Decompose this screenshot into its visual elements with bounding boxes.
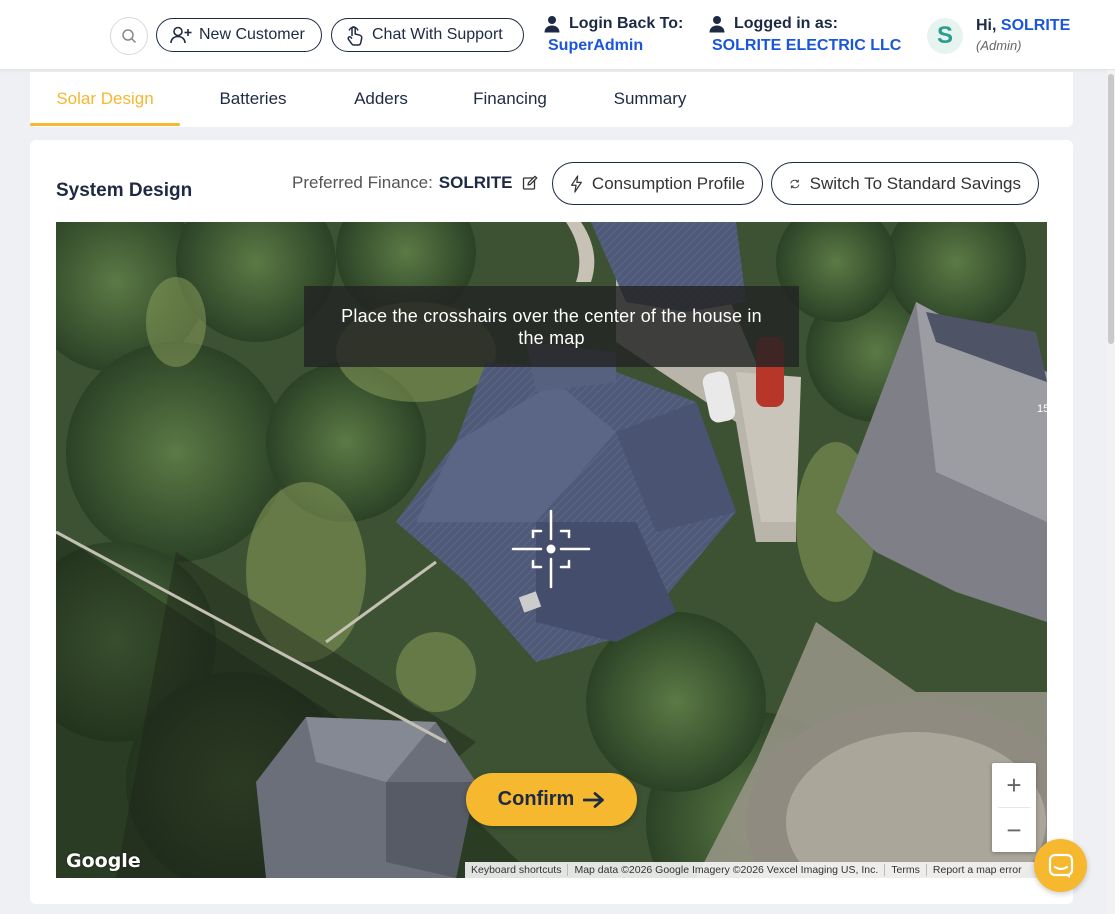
arrow-right-icon xyxy=(583,791,605,808)
chat-with-support-label: Chat With Support xyxy=(372,26,503,43)
logged-in-label: Logged in as: xyxy=(734,15,838,32)
map-attribution: Keyboard shortcuts Map data ©2026 Google… xyxy=(465,862,1047,878)
preferred-finance-label: Preferred Finance: xyxy=(292,173,433,192)
tab-solar-design[interactable]: Solar Design xyxy=(30,72,180,126)
confirm-label: Confirm xyxy=(497,788,575,810)
design-tabs: Solar Design Batteries Adders Financing … xyxy=(30,72,1073,127)
scrollbar-thumb[interactable] xyxy=(1108,74,1114,344)
avatar[interactable]: S xyxy=(927,18,963,54)
tab-batteries[interactable]: Batteries xyxy=(200,72,306,126)
top-header: New Customer Chat With Support Login Bac… xyxy=(0,0,1115,70)
section-title: System Design xyxy=(56,180,193,201)
tab-adders[interactable]: Adders xyxy=(335,72,427,126)
confirm-button[interactable]: Confirm xyxy=(466,773,637,826)
logged-in-company: SOLRITE ELECTRIC LLC xyxy=(712,37,902,54)
user-icon xyxy=(544,16,560,33)
zoom-out-button[interactable]: − xyxy=(992,808,1036,852)
search-button[interactable] xyxy=(110,17,148,55)
login-back-link[interactable]: SuperAdmin xyxy=(543,35,683,57)
new-customer-label: New Customer xyxy=(199,26,305,43)
zoom-control: + − xyxy=(992,763,1036,852)
switch-to-standard-savings-button[interactable]: Switch To Standard Savings xyxy=(771,162,1039,205)
preferred-finance: Preferred Finance: SOLRITE xyxy=(292,173,538,193)
edit-icon[interactable] xyxy=(522,175,538,191)
chat-icon xyxy=(1048,853,1073,878)
user-greeting[interactable]: Hi, SOLRITE (Admin) xyxy=(976,16,1070,56)
refresh-icon xyxy=(790,179,800,188)
new-customer-button[interactable]: New Customer xyxy=(156,18,322,52)
keyboard-shortcuts-link[interactable]: Keyboard shortcuts xyxy=(471,864,567,876)
tab-summary[interactable]: Summary xyxy=(600,72,700,126)
lightning-icon xyxy=(571,174,582,193)
tap-hand-icon xyxy=(347,26,363,46)
terms-link[interactable]: Terms xyxy=(884,864,926,876)
crosshair-icon[interactable] xyxy=(511,509,591,589)
user-icon xyxy=(709,16,725,33)
logged-in-block: Logged in as: SOLRITE ELECTRIC LLC xyxy=(708,13,901,57)
map-data-text: Map data ©2026 Google Imagery ©2026 Vexc… xyxy=(567,864,884,876)
chat-with-support-button[interactable]: Chat With Support xyxy=(331,18,524,52)
search-icon xyxy=(122,29,137,44)
consumption-profile-button[interactable]: Consumption Profile xyxy=(552,162,763,205)
house-number-label: 15 xyxy=(1037,403,1047,415)
satellite-map[interactable]: 15 Place the crosshairs over the center … xyxy=(56,222,1047,878)
login-back-label: Login Back To: xyxy=(569,15,684,32)
tab-financing[interactable]: Financing xyxy=(460,72,560,126)
report-map-error-link[interactable]: Report a map error xyxy=(925,864,1028,876)
map-instruction: Place the crosshairs over the center of … xyxy=(304,286,799,367)
login-back-block: Login Back To: SuperAdmin xyxy=(543,13,683,57)
add-user-icon xyxy=(170,26,192,44)
switch-savings-label: Switch To Standard Savings xyxy=(809,173,1021,193)
google-logo: Google xyxy=(66,850,141,872)
greeting-prefix: Hi, xyxy=(976,17,997,34)
chat-launcher-button[interactable] xyxy=(1034,839,1087,892)
consumption-profile-label: Consumption Profile xyxy=(591,173,745,193)
user-role: (Admin) xyxy=(976,38,1022,53)
zoom-in-button[interactable]: + xyxy=(992,763,1036,807)
preferred-finance-value: SOLRITE xyxy=(438,173,513,192)
greeting-name: SOLRITE xyxy=(1000,17,1071,34)
